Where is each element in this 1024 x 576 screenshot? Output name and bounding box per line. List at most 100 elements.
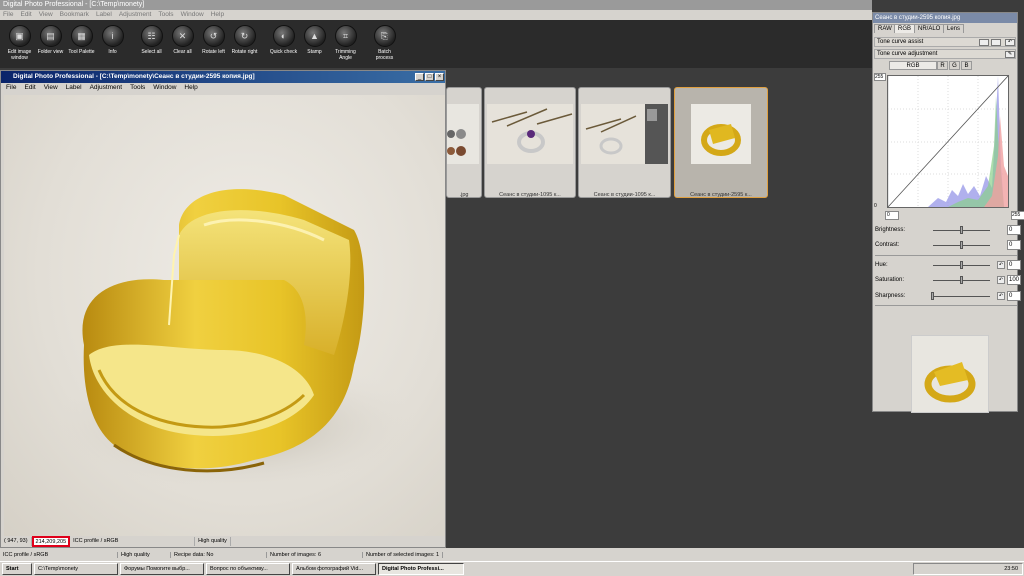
app-title: Digital Photo Professional - [C:\Temp\mo… <box>3 1 145 8</box>
tone-curve-adjustment-row: Tone curve adjustment ✎ <box>874 49 1016 59</box>
select-all-button[interactable]: ☷ Select all <box>136 20 167 55</box>
saturation-field[interactable]: 100 <box>1007 275 1021 285</box>
eyedropper-icon[interactable]: ✎ <box>1005 51 1015 58</box>
tab-raw[interactable]: RAW <box>874 24 896 33</box>
contrast-row: Contrast: 0 <box>875 239 1021 251</box>
brightness-field[interactable]: 0 <box>1007 225 1021 235</box>
maximize-button[interactable]: □ <box>425 73 434 81</box>
trimming-angle-button[interactable]: ⌗ Trimming Angle <box>330 20 361 61</box>
start-button[interactable]: Start <box>2 563 32 575</box>
rotate-left-button[interactable]: ↺ Rotate left <box>198 20 229 55</box>
menu-view[interactable]: View <box>44 83 58 93</box>
image-count-status: Number of images: 6 <box>267 551 363 558</box>
cursor-coordinates: ( 947, 93) <box>1 537 32 546</box>
hue-slider[interactable] <box>959 261 963 269</box>
image-edit-window: Digital Photo Professional - [C:\Temp\mo… <box>0 70 446 548</box>
hue-field[interactable]: 0 <box>1007 260 1021 270</box>
hue-reset-icon[interactable]: ↶ <box>997 261 1005 269</box>
batch-process-button[interactable]: ⎘ Batch process <box>369 20 400 61</box>
menu-help[interactable]: Help <box>184 83 197 93</box>
select-all-icon: ☷ <box>140 25 163 47</box>
thumbnail-item[interactable]: Сеанс в студии-1095 к... <box>578 87 671 198</box>
taskbar-item[interactable]: Вопрос по объективу... <box>206 563 290 575</box>
sharpness-field[interactable]: 0 <box>1007 291 1021 301</box>
taskbar-item-active[interactable]: Digital Photo Professi... <box>378 563 464 575</box>
tool-palette: Сеанс в студии-2595 копия.jpg RAW RGB NR… <box>872 12 1024 413</box>
selected-count-status: Number of selected images: 1 <box>363 551 444 558</box>
icc-profile-status: ICC profile / sRGB <box>70 537 196 546</box>
quality-status: High quality <box>118 551 171 558</box>
channel-tab-g[interactable]: G <box>949 61 960 70</box>
taskbar-item[interactable]: C:\Temp\monety <box>34 563 118 575</box>
clear-all-button[interactable]: ✕ Clear all <box>167 20 198 55</box>
contrast-slider[interactable] <box>959 241 963 249</box>
menu-window[interactable]: Window <box>153 83 176 93</box>
edit-image-window-button[interactable]: ▣ Edit image window <box>4 20 35 61</box>
input-min-field[interactable]: 0 <box>885 211 899 220</box>
reset-icon[interactable]: ↶ <box>1005 39 1015 46</box>
menu-edit[interactable]: Edit <box>24 83 35 93</box>
divider <box>875 305 1017 306</box>
thumbnail-item-selected[interactable]: Сеанс в студии-2595 к... <box>674 87 768 198</box>
app-status-bar: ICC profile / sRGB High quality Recipe d… <box>0 548 1024 561</box>
saturation-row: Saturation: ↶ 100 <box>875 275 1021 285</box>
saturation-slider[interactable] <box>959 276 963 284</box>
tone-curve-assist-row: Tone curve assist ↶ <box>874 37 1016 47</box>
contrast-field[interactable]: 0 <box>1007 240 1021 250</box>
menu-label[interactable]: Label <box>96 10 112 20</box>
hue-row: Hue: ↶ 0 <box>875 259 1021 271</box>
recipe-status: Recipe data: No <box>171 551 267 558</box>
sharpness-slider[interactable] <box>931 292 934 300</box>
menu-adjustment[interactable]: Adjustment <box>119 10 152 20</box>
folder-view-button[interactable]: ▤ Folder view <box>35 20 66 55</box>
quick-check-button[interactable]: ◐ Quick check <box>268 20 299 55</box>
menu-window[interactable]: Window <box>181 10 204 20</box>
menu-adjustment[interactable]: Adjustment <box>90 83 123 93</box>
menu-help[interactable]: Help <box>211 10 224 20</box>
tab-rgb[interactable]: RGB <box>894 24 916 33</box>
thumbnail-item[interactable]: .jpg <box>446 87 482 198</box>
tab-nr-alo[interactable]: NR/ALO <box>914 24 945 33</box>
menu-view[interactable]: View <box>39 10 53 20</box>
info-button[interactable]: i Info <box>97 20 128 55</box>
main-menu-bar: File Edit View Bookmark Label Adjustment… <box>0 10 872 20</box>
menu-tools[interactable]: Tools <box>158 10 173 20</box>
channel-tab-rgb[interactable]: RGB <box>889 61 937 70</box>
sharpness-reset-icon[interactable]: ↶ <box>997 292 1005 300</box>
thumbnail-image <box>487 104 573 164</box>
thumbnail-image <box>691 104 751 164</box>
histogram-min-label: 0 <box>874 203 877 209</box>
input-max-field[interactable]: 255 <box>1011 211 1024 220</box>
tone-curve-histogram[interactable] <box>887 75 1009 208</box>
minimize-button[interactable]: _ <box>415 73 424 81</box>
tool-palette-button[interactable]: ▦ Tool Palette <box>66 20 97 55</box>
image-canvas[interactable] <box>4 95 445 540</box>
batch-process-icon: ⎘ <box>373 25 396 47</box>
brightness-row: Brightness: 0 <box>875 224 1021 236</box>
taskbar-item[interactable]: Альбом фотографий Vid... <box>292 563 376 575</box>
menu-file[interactable]: File <box>3 10 13 20</box>
rotate-right-button[interactable]: ↻ Rotate right <box>229 20 260 55</box>
menu-label[interactable]: Label <box>66 83 82 93</box>
windows-taskbar: Start C:\Temp\monety Форумы Помогите выб… <box>0 561 1024 576</box>
system-tray: 23:50 <box>913 563 1023 575</box>
menu-file[interactable]: File <box>6 83 16 93</box>
image-window-status-bar: ( 947, 93) 214,209,205 ICC profile / sRG… <box>1 536 445 547</box>
close-button[interactable]: × <box>435 73 444 81</box>
icc-profile-status: ICC profile / sRGB <box>0 551 118 558</box>
edit-window-icon: ▣ <box>8 25 31 47</box>
histogram-graph <box>887 75 1009 208</box>
auto-button[interactable] <box>979 39 989 46</box>
saturation-reset-icon[interactable]: ↶ <box>997 276 1005 284</box>
taskbar-item[interactable]: Форумы Помогите выбр... <box>120 563 204 575</box>
menu-edit[interactable]: Edit <box>20 10 31 20</box>
channel-tab-b[interactable]: B <box>961 61 972 70</box>
stamp-button[interactable]: ▲ Stamp <box>299 20 330 55</box>
brightness-slider[interactable] <box>959 226 963 234</box>
tab-lens[interactable]: Lens <box>943 24 965 33</box>
channel-tab-r[interactable]: R <box>937 61 948 70</box>
menu-tools[interactable]: Tools <box>130 83 145 93</box>
thumbnail-item[interactable]: Сеанс в студии-1095 к... <box>484 87 576 198</box>
menu-bookmark[interactable]: Bookmark <box>60 10 89 20</box>
custom-button[interactable] <box>991 39 1001 46</box>
